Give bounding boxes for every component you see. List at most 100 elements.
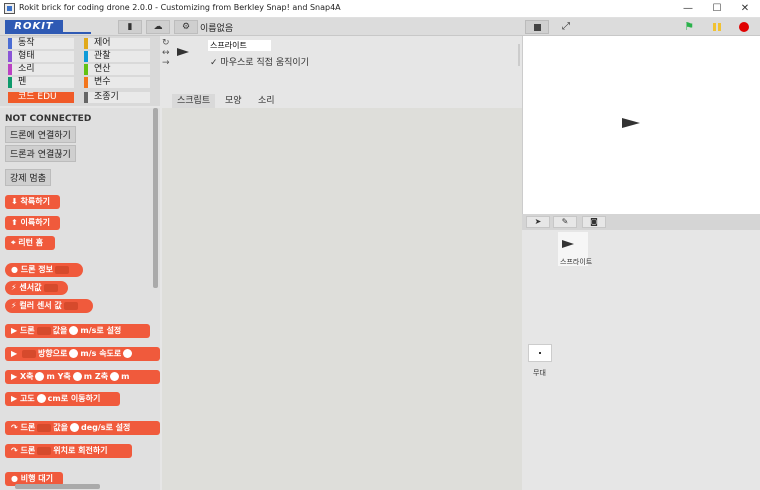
category-sound[interactable]: 소리 [8,64,74,75]
category-sensing[interactable]: 관찰 [84,51,150,62]
block-label: 방향으로 [37,349,68,358]
block-label: 착륙하기 [20,197,50,206]
block-direction-speed[interactable]: ▶ 방향으로 m/s 속도로 [5,347,160,361]
checkbox-check[interactable]: ✓ [210,58,218,68]
number-input[interactable] [69,349,79,358]
category-operators[interactable]: 연산 [84,64,150,75]
dropdown-slot[interactable] [63,301,78,310]
dropdown-slot[interactable] [37,446,52,455]
dropdown-slot[interactable] [21,349,36,358]
stage-sprite-arrow-icon[interactable] [622,118,640,128]
force-stop-button[interactable]: 강제 멈춤 [5,169,51,186]
number-input[interactable] [72,372,82,381]
number-input[interactable] [123,349,133,358]
block-return-home[interactable]: ⌖ 리턴 홈 [5,236,55,250]
category-control[interactable]: 제어 [84,38,150,49]
category-pen[interactable]: 펜 [8,77,74,88]
block-altitude[interactable]: ▶ 고도 cm로 이동하기 [5,392,120,406]
block-takeoff[interactable]: ⬆ 이륙하기 [5,216,60,230]
flip-icon[interactable]: ↔ [162,48,170,58]
close-button[interactable]: ✕ [735,2,755,16]
dropdown-slot[interactable] [37,423,52,432]
number-input[interactable] [110,372,120,381]
sprite-thumbnail-arrow-icon [562,240,574,248]
app-mode-button[interactable] [525,20,549,34]
block-set-rotation[interactable]: ↷ 드론 값을 deg/s로 설정 [5,421,160,435]
tab-costumes[interactable]: 모양 [220,94,247,108]
paint-sprite-button[interactable]: ✎ [553,216,577,228]
stage-size-button[interactable]: ⤢ [556,20,576,34]
sprite-preview-icon [177,48,189,56]
category-panel: 동작 제어 형태 관찰 소리 연산 펜 변수 코드 EDU 조종기 [0,36,160,106]
block-sensor-value[interactable]: ⚡ 센서값 [5,281,68,295]
dropdown-slot[interactable] [36,326,51,335]
no-rotate-icon[interactable]: → [162,58,170,68]
rokit-logo[interactable]: ROKIT [5,20,63,34]
connection-status: NOT CONNECTED [5,114,92,124]
stop-button[interactable] [739,22,749,32]
tab-scripts[interactable]: 스크립트 [172,94,216,108]
block-label: cm로 이동하기 [47,394,101,403]
block-label: 드론 정보 [20,265,53,274]
turtle-icon: ➤ [534,217,542,226]
block-move-xyz[interactable]: ▶ X축 m Y축 m Z축 m [5,370,160,384]
number-input[interactable] [36,394,46,403]
disconnect-drone-button[interactable]: 드론과 연결끊기 [5,145,76,162]
block-label: m [121,372,130,381]
minimize-button[interactable]: — [678,2,698,16]
block-color-sensor[interactable]: ⚡ 컬러 센서 값 [5,299,93,313]
block-label: 값을 [52,326,68,335]
block-palette: NOT CONNECTED 드론에 연결하기 드론과 연결끊기 강제 멈춤 ⬇ … [0,108,160,490]
stage-thumbnail-dot [539,352,541,354]
block-land[interactable]: ⬇ 착륙하기 [5,195,60,209]
logo-underline [63,20,91,34]
block-label: 값을 [53,423,68,432]
block-turn[interactable]: ↷ 드론 위치로 회전하기 [5,444,132,458]
number-input[interactable] [35,372,45,381]
category-controller[interactable]: 조종기 [84,92,150,103]
gear-icon: ⚙ [181,22,191,32]
block-label: m/s 속도로 [80,349,122,358]
pause-button[interactable] [708,20,726,34]
green-flag-button[interactable]: ⚑ [680,20,698,34]
block-label: 드론 [19,326,35,335]
connect-drone-button[interactable]: 드론에 연결하기 [5,126,76,143]
stage[interactable] [522,36,760,214]
block-label: 드론 [20,446,36,455]
category-motion[interactable]: 동작 [8,38,74,49]
flag-icon: ⚑ [684,20,694,33]
block-label: 리턴 홈 [18,238,44,247]
block-set-speed[interactable]: ▶ 드론 값을 m/s로 설정 [5,324,150,338]
app-icon [4,3,15,14]
add-turtle-sprite-button[interactable]: ➤ [526,216,550,228]
tab-sounds[interactable]: 소리 [253,94,280,108]
number-input[interactable] [69,326,79,335]
file-menu-button[interactable]: ▮ [118,20,142,34]
palette-horizontal-scrollbar[interactable] [15,484,100,489]
number-input[interactable] [69,423,79,432]
category-looks[interactable]: 형태 [8,51,74,62]
category-code-edu[interactable]: 코드 EDU [8,92,74,103]
dropdown-slot[interactable] [43,283,58,292]
category-variables[interactable]: 변수 [84,77,150,88]
palette-scrollbar[interactable] [153,108,158,288]
block-label: m [46,372,55,381]
sprite-name-input[interactable]: 스프라이트 [208,40,271,51]
sprite-corral [522,230,760,490]
scripts-area[interactable] [162,108,522,490]
draggable-label: 마우스로 직접 움직이기 [220,58,309,68]
block-label: m [83,372,93,381]
cloud-button[interactable]: ☁ [146,20,170,34]
block-label: deg/s로 설정 [80,423,131,432]
block-drone-info[interactable]: ● 드론 정보 [5,263,83,277]
rotate-icon[interactable]: ↻ [162,38,170,48]
stage-thumbnail-label: 무대 [533,369,546,377]
camera-sprite-button[interactable]: ◙ [582,216,606,228]
settings-button[interactable]: ⚙ [174,20,198,34]
maximize-button[interactable]: ☐ [707,2,727,16]
block-label: 센서값 [19,283,42,292]
dropdown-slot[interactable] [55,265,69,274]
stage-thumbnail[interactable] [528,344,552,362]
rotation-style-buttons[interactable]: ↻ ↔ → [162,38,170,68]
draggable-checkbox-row[interactable]: ✓ 마우스로 직접 움직이기 [210,55,309,68]
